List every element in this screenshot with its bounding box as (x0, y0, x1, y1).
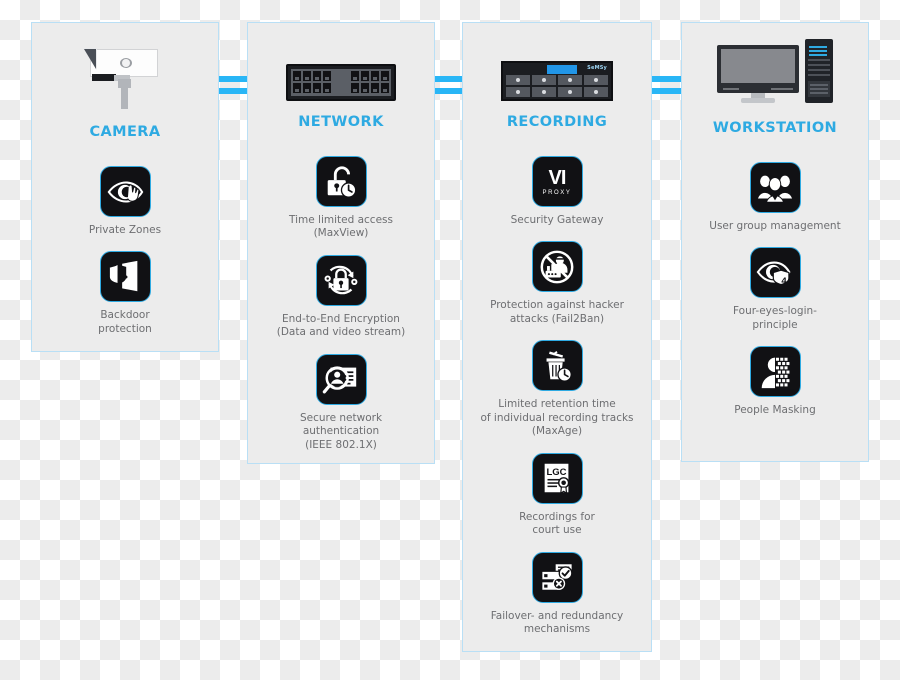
server-failover-icon (531, 551, 583, 603)
item-security-gateway[interactable]: VI PROXY Security Gateway (463, 156, 651, 227)
panel-network[interactable]: NETWORK Time limited access (MaxView) En… (247, 22, 435, 464)
eye-hand-privacy-icon (99, 166, 151, 217)
item-label: Private Zones (88, 224, 162, 236)
vi-proxy-glyph-subtext: PROXY (542, 189, 572, 196)
eye-four-shield-icon: 4 (749, 247, 801, 299)
item-private-zones[interactable]: Private Zones (32, 166, 218, 237)
item-label: Recordings for court use (519, 510, 595, 537)
cctv-camera-icon (82, 41, 168, 111)
diagram-canvas: CAMERA Private Zones Backdoor protection… (0, 0, 900, 680)
no-hacker-icon (531, 241, 583, 293)
certificate-icon: LGC (531, 452, 583, 504)
recording-title: RECORDING (506, 114, 608, 130)
item-failover-redundancy[interactable]: Failover- and redundancy mechanisms (463, 551, 651, 637)
panel-workstation[interactable]: WORKSTATION User group management 4 Four… (681, 22, 869, 462)
svg-text:LGC: LGC (546, 467, 566, 478)
item-label: Four-eyes-login- principle (733, 305, 817, 331)
item-limited-retention-time[interactable]: Limited retention time of individual rec… (463, 340, 651, 438)
person-pixelated-icon (749, 346, 801, 398)
item-label: User group management (709, 220, 841, 232)
item-label: Failover- and redundancy mechanisms (490, 609, 624, 635)
vi-proxy-icon: VI PROXY (531, 156, 583, 207)
item-label: Backdoor protection (98, 309, 152, 335)
network-switch-icon (286, 45, 396, 101)
panel-recording[interactable]: SeMSy RECORDING VI PROXY Security Gatewa… (462, 22, 652, 652)
network-header: NETWORK (248, 45, 434, 130)
item-label: Protection against hacker attacks (Fail2… (490, 299, 624, 325)
id-card-magnifier-icon (315, 353, 367, 405)
camera-title: CAMERA (89, 124, 161, 140)
network-items: Time limited access (MaxView) End-to-End… (248, 156, 434, 452)
workstation-header: WORKSTATION (682, 37, 868, 136)
item-label: Security Gateway (510, 214, 604, 226)
item-end-to-end-encryption[interactable]: End-to-End Encryption (Data and video st… (248, 254, 434, 340)
item-recordings-court-use[interactable]: LGC Recordings for court use (463, 452, 651, 538)
item-protection-hacker-attacks[interactable]: Protection against hacker attacks (Fail2… (463, 241, 651, 326)
workstation-title: WORKSTATION (712, 120, 838, 136)
panel-camera[interactable]: CAMERA Private Zones Backdoor protection (31, 22, 219, 352)
network-title: NETWORK (298, 114, 384, 130)
item-label: People Masking (734, 404, 816, 417)
item-backdoor-protection[interactable]: Backdoor protection (32, 251, 218, 336)
item-label: Time limited access (MaxView) (289, 214, 393, 240)
item-label: Secure network authentication (IEEE 802.… (299, 411, 383, 451)
recording-items: VI PROXY Security Gateway Protection aga… (463, 156, 651, 636)
item-time-limited-access[interactable]: Time limited access (MaxView) (248, 156, 434, 241)
camera-header: CAMERA (32, 41, 218, 140)
workstation-items: User group management 4 Four-eyes-login-… (682, 162, 868, 418)
four-eyes-glyph-text: 4 (781, 276, 787, 287)
item-label: End-to-End Encryption (Data and video st… (276, 312, 406, 339)
rack-recorder-icon: SeMSy (501, 45, 613, 101)
recorder-brand-label: SeMSy (587, 65, 607, 71)
trash-clock-icon (531, 340, 583, 392)
item-four-eyes-login[interactable]: 4 Four-eyes-login- principle (682, 247, 868, 332)
recording-header: SeMSy RECORDING (463, 45, 651, 130)
item-people-masking[interactable]: People Masking (682, 346, 868, 417)
item-user-group-management[interactable]: User group management (682, 162, 868, 233)
open-padlock-clock-icon (315, 156, 367, 207)
item-secure-network-authentication[interactable]: Secure network authentication (IEEE 802.… (248, 353, 434, 452)
item-label: Limited retention time of individual rec… (480, 398, 634, 438)
camera-items: Private Zones Backdoor protection (32, 166, 218, 336)
vi-proxy-glyph-text: VI (548, 166, 567, 189)
desktop-computer-icon (717, 37, 833, 107)
user-group-icon (749, 162, 801, 213)
door-shield-icon (99, 251, 151, 303)
padlock-arrows-icon (315, 254, 367, 306)
